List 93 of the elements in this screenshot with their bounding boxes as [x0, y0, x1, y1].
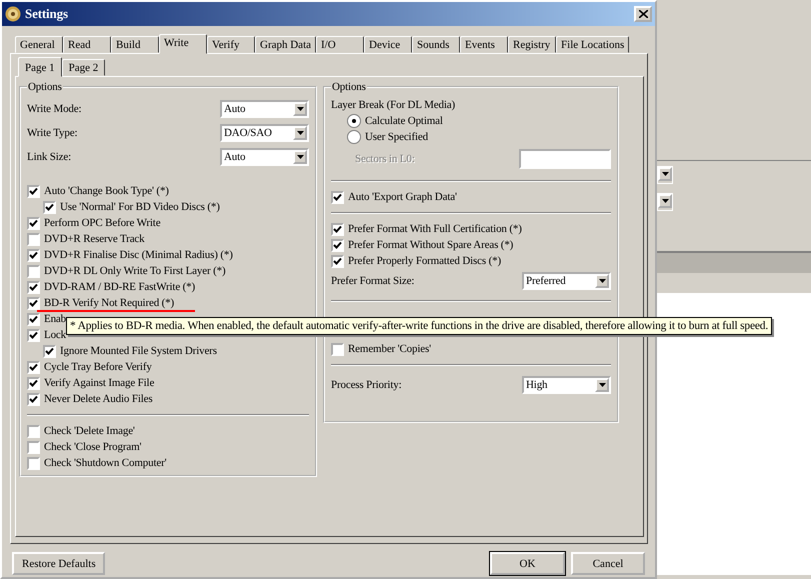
checkbox-label: BD-R Verify Not Required (*): [44, 297, 174, 309]
field-label: Sectors in L0:: [355, 153, 415, 165]
dropdown-arrow-icon: [598, 383, 606, 387]
checkbox-label: Never Delete Audio Files: [44, 393, 153, 405]
dialog-button[interactable]: OK: [490, 552, 565, 575]
tab[interactable]: Sounds: [412, 36, 460, 53]
checkbox-label: Check 'Delete Image': [44, 425, 135, 437]
radio-label: User Specified: [365, 131, 428, 143]
checkbox[interactable]: [27, 440, 40, 454]
checkbox-label: Check 'Shutdown Computer': [44, 457, 166, 469]
checkbox-label: DVD+R Reserve Track: [44, 233, 145, 245]
radio-button[interactable]: [347, 130, 361, 144]
checkbox-label: Prefer Properly Formatted Discs (*): [348, 255, 501, 267]
checkbox[interactable]: [27, 232, 40, 246]
tooltip: * Applies to BD-R media. When enabled, the default automatic verify-after-write functions in the drive are disabled, therefore allowing it to burn at full speed.: [66, 317, 772, 335]
dropdown-label: Write Type:: [27, 127, 78, 139]
dropdown-label: Prefer Format Size:: [331, 275, 414, 287]
checkbox-label: Prefer Format With Full Certification (*): [348, 223, 522, 235]
checkbox-label: Lock: [44, 329, 66, 341]
window-title: Settings: [25, 6, 69, 22]
tab[interactable]: Registry: [508, 36, 556, 53]
group-title: Options: [27, 81, 63, 93]
dropdown-label: Write Mode:: [27, 103, 82, 115]
close-icon: [638, 10, 648, 18]
checkbox[interactable]: [43, 200, 56, 214]
tab[interactable]: Read: [63, 36, 111, 53]
dropdown[interactable]: High: [522, 376, 611, 394]
checkbox[interactable]: [331, 222, 344, 236]
checkbox[interactable]: [27, 184, 40, 198]
radio-label: Calculate Optimal: [365, 115, 443, 127]
dropdown[interactable]: DAO/SAO: [220, 124, 309, 142]
checkbox[interactable]: [27, 328, 40, 342]
checkbox[interactable]: [27, 312, 40, 326]
section-heading: Layer Break (For DL Media): [331, 98, 456, 113]
checkbox[interactable]: [27, 456, 40, 470]
checkbox-label: Verify Against Image File: [44, 377, 154, 389]
checkbox[interactable]: [27, 264, 40, 278]
tab[interactable]: File Locations: [556, 36, 630, 53]
group-title: Options: [331, 81, 367, 93]
checkbox[interactable]: [43, 344, 56, 358]
checkbox[interactable]: [331, 238, 344, 252]
tab[interactable]: Device: [364, 36, 412, 53]
checkbox[interactable]: [27, 424, 40, 438]
dropdown-arrow-icon: [662, 199, 668, 203]
checkbox-label: Ignore Mounted File System Drivers: [60, 345, 217, 357]
checkbox[interactable]: [27, 280, 40, 294]
dropdown-label: Link Size:: [27, 151, 72, 163]
tab[interactable]: Page 2: [62, 59, 106, 76]
checkbox-label: Use 'Normal' For BD Video Discs (*): [60, 201, 220, 213]
checkbox-label: DVD+R DL Only Write To First Layer (*): [44, 265, 226, 277]
checkbox-label: Prefer Format Without Spare Areas (*): [348, 239, 514, 251]
checkbox[interactable]: [27, 216, 40, 230]
checkbox[interactable]: [27, 296, 40, 310]
dropdown[interactable]: [657, 166, 673, 184]
tab[interactable]: Page 1: [18, 57, 62, 77]
checkbox-label: Check 'Close Program': [44, 441, 142, 453]
checkbox[interactable]: [27, 248, 40, 262]
dropdown-label: Process Priority:: [331, 379, 402, 391]
dropdown[interactable]: Auto: [220, 100, 309, 118]
dropdown[interactable]: [657, 193, 673, 211]
dropdown[interactable]: Auto: [220, 148, 309, 166]
checkbox[interactable]: [331, 254, 344, 268]
disc-icon: [5, 6, 21, 22]
radio-button[interactable]: [347, 114, 361, 128]
tab[interactable]: Write: [159, 34, 207, 54]
dropdown-arrow-icon: [598, 279, 606, 283]
dialog-button[interactable]: Cancel: [571, 552, 645, 575]
tab[interactable]: General: [15, 36, 63, 53]
checkbox[interactable]: [27, 376, 40, 390]
tab[interactable]: I/O: [316, 36, 364, 53]
checkbox-label: Cycle Tray Before Verify: [44, 361, 152, 373]
checkbox-label: Auto 'Change Book Type' (*): [44, 185, 169, 197]
dropdown-arrow-icon: [296, 107, 304, 111]
tab[interactable]: Graph Data: [255, 36, 316, 53]
tab[interactable]: Events: [460, 36, 508, 53]
tab[interactable]: Verify: [207, 36, 255, 53]
checkbox-label: Perform OPC Before Write: [44, 217, 160, 229]
tab[interactable]: Build: [111, 36, 159, 53]
checkbox[interactable]: [27, 392, 40, 406]
dropdown-arrow-icon: [296, 155, 304, 159]
dialog-button[interactable]: Restore Defaults: [12, 552, 105, 575]
checkbox-label: Auto 'Export Graph Data': [348, 191, 457, 203]
close-button[interactable]: [634, 6, 652, 22]
checkbox-label: Enab: [44, 313, 66, 325]
checkbox-label: DVD-RAM / BD-RE FastWrite (*): [44, 281, 196, 293]
dropdown[interactable]: Preferred: [522, 272, 611, 290]
dropdown-arrow-icon: [296, 131, 304, 135]
checkbox[interactable]: [331, 342, 344, 356]
checkbox[interactable]: [331, 190, 344, 204]
checkbox-label: Remember 'Copies': [348, 343, 431, 355]
checkbox[interactable]: [27, 360, 40, 374]
checkbox-label: DVD+R Finalise Disc (Minimal Radius) (*): [44, 249, 233, 261]
dropdown-arrow-icon: [662, 172, 668, 176]
